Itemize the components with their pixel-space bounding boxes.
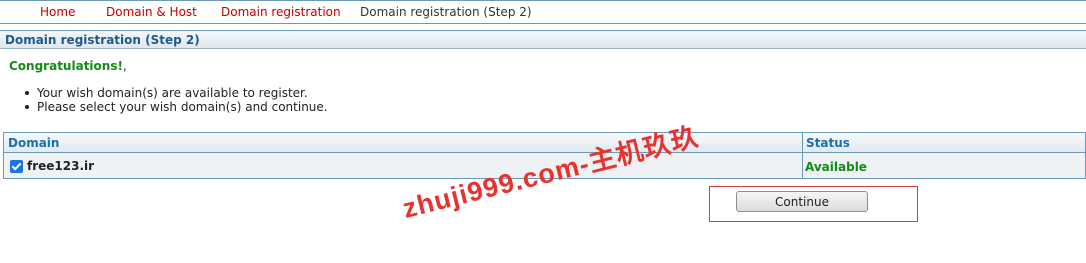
domain-select-checkbox[interactable]: [10, 160, 23, 173]
column-header-status: Status: [806, 136, 850, 150]
column-header-domain: Domain: [8, 136, 60, 150]
section-header: Domain registration (Step 2): [0, 30, 1086, 49]
domain-table: Domain Status free123.ir Available: [3, 132, 1086, 179]
table-row: free123.ir Available: [4, 153, 1085, 178]
section-title: Domain registration (Step 2): [5, 33, 200, 47]
table-header: Domain Status: [4, 133, 1085, 153]
congratulations-punctuation: ,: [122, 59, 127, 73]
instruction-item: Your wish domain(s) are available to reg…: [22, 86, 328, 100]
top-navigation: Home Domain & Host Domain registration D…: [0, 0, 1086, 24]
continue-button[interactable]: Continue: [736, 191, 868, 212]
domain-name-cell: free123.ir: [27, 159, 95, 173]
nav-domain-registration-link[interactable]: Domain registration: [221, 5, 341, 19]
congratulations-message: Congratulations!,: [9, 59, 127, 73]
column-divider: [802, 133, 803, 178]
instruction-item: Please select your wish domain(s) and co…: [22, 100, 328, 114]
congratulations-text: Congratulations!: [9, 59, 123, 73]
status-cell: Available: [805, 160, 867, 174]
nav-home-link[interactable]: Home: [40, 5, 75, 19]
instruction-list: Your wish domain(s) are available to reg…: [22, 86, 328, 114]
nav-current-page: Domain registration (Step 2): [360, 5, 532, 19]
nav-domain-host-link[interactable]: Domain & Host: [106, 5, 197, 19]
